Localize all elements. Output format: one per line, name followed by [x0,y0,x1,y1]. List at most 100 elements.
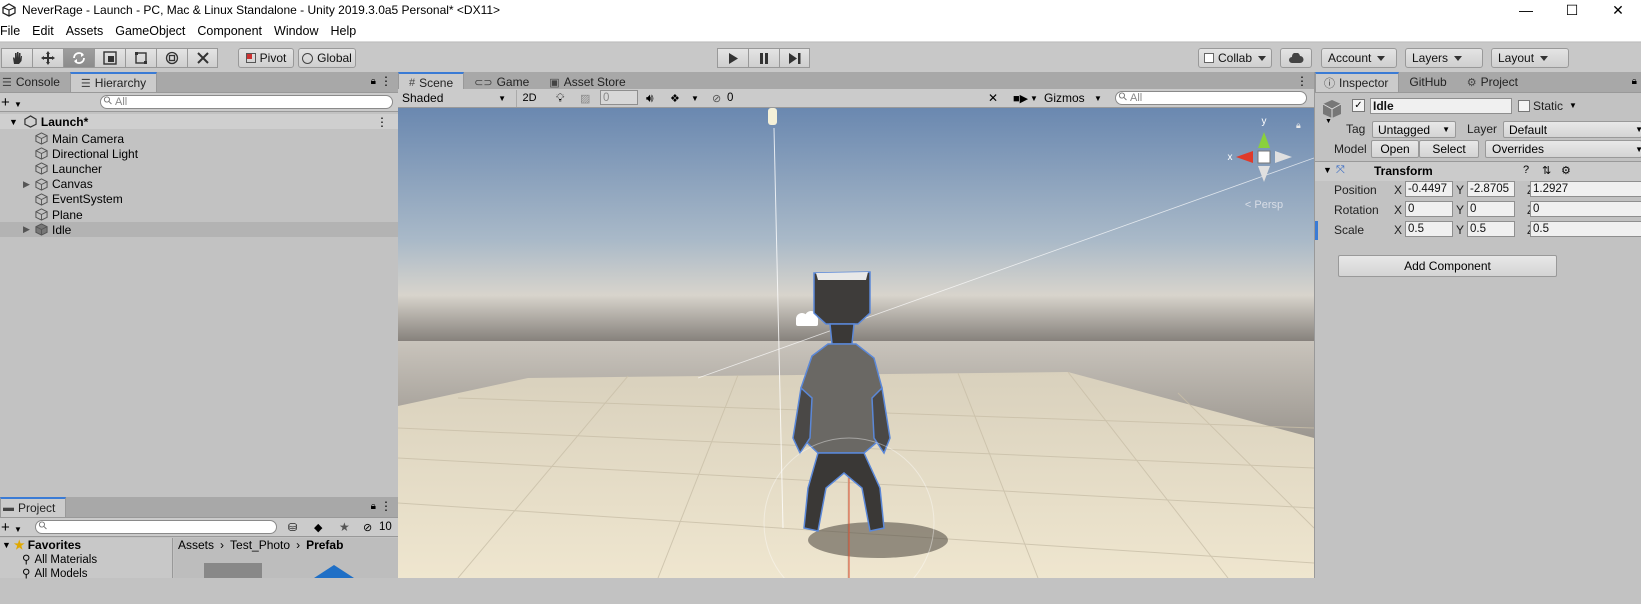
panel-menu-icon[interactable]: ⋮ [380,74,392,88]
create-dropdown[interactable]: + ▼ [1,94,23,111]
filter-type-icon[interactable]: ⛁ [288,521,297,534]
model-select-button[interactable]: Select [1419,140,1479,158]
filter-label-icon[interactable]: ◆ [314,521,322,534]
overrides-dropdown[interactable]: Overrides ▼ [1485,140,1641,158]
scale-x-field[interactable]: 0.5 [1405,221,1453,237]
lock-icon[interactable]: 🔒︎ [371,76,376,87]
breadcrumb-test-photo[interactable]: Test_Photo [230,538,290,552]
scene-render[interactable]: y x < Persp 🔒︎ [398,108,1314,578]
effects-dropdown-icon[interactable]: ▼ [691,94,699,103]
scale-x-axis-label[interactable]: X [1394,223,1402,237]
camera-icon[interactable]: ■▶ [1013,92,1028,105]
hierarchy-item[interactable]: Launcher [0,161,398,176]
asset-thumbnail-prefab-icon[interactable] [314,565,354,578]
custom-tool-icon[interactable] [187,48,218,68]
image-fx-icon[interactable]: ▨ [580,92,590,105]
hierarchy-item[interactable]: Main Camera [0,131,398,146]
tab-inspector[interactable]: ⓘ Inspector [1315,72,1400,92]
rotation-x-axis-label[interactable]: X [1394,203,1402,217]
expand-arrow-icon[interactable]: ▼ [9,117,18,127]
scale-y-field[interactable]: 0.5 [1467,221,1515,237]
tab-hierarchy[interactable]: ☰ Hierarchy [69,72,158,92]
object-name-input[interactable]: Idle [1370,98,1512,114]
2d-toggle[interactable]: 2D [516,89,542,107]
hierarchy-item[interactable]: Directional Light [0,146,398,161]
rotate-tool-icon[interactable] [63,48,94,68]
hidden-objects-icon[interactable]: ⊘ [712,92,721,105]
scene-menu-icon[interactable]: ⋮ [1296,74,1308,88]
transform-tool-icon[interactable] [156,48,187,68]
camera-dropdown-icon[interactable]: ▼ [1030,94,1038,103]
component-settings-icon[interactable]: ⚙ [1561,164,1571,177]
transform-header[interactable]: ▼ ⤧ Transform ? ⇅ ⚙ [1315,162,1641,181]
project-lock-icon[interactable]: 🔒︎ [371,501,376,512]
scene-header-row[interactable]: ▼ Launch* ⋮ [0,114,398,129]
global-toggle[interactable]: Global [298,48,356,68]
collapse-arrow-icon[interactable]: ▼ [1323,165,1332,175]
maximize-button[interactable]: ☐ [1549,0,1595,20]
hierarchy-item[interactable]: ▶ Canvas [0,177,398,192]
position-y-field[interactable]: -2.8705 [1467,181,1515,197]
favorites-row[interactable]: ▼ ★ Favorites [2,538,81,552]
scene-viewport[interactable]: y x < Persp 🔒︎ [398,108,1314,578]
active-checkbox[interactable]: ✓ [1352,99,1365,112]
position-z-field[interactable]: 1.2927 [1530,181,1641,197]
pivot-toggle[interactable]: Pivot [238,48,294,68]
tab-github[interactable]: GitHub [1399,72,1456,92]
breadcrumb-prefab[interactable]: Prefab [306,538,343,552]
fav-item-materials[interactable]: ⚲ All Materials [22,552,97,566]
fx-value-field[interactable]: 0 [600,90,638,105]
gameobject-dropdown-icon[interactable]: ▼ [1325,118,1332,125]
shading-mode-dropdown[interactable]: Shaded ▼ [400,90,512,107]
add-component-button[interactable]: Add Component [1338,255,1557,277]
rotation-y-axis-label[interactable]: Y [1456,203,1464,217]
scene-menu-icon[interactable]: ⋮ [376,115,388,129]
rotation-z-field[interactable]: 0 [1530,201,1641,217]
hierarchy-search-input[interactable]: All [100,95,393,109]
preset-icon[interactable]: ⇅ [1542,164,1551,177]
close-button[interactable]: ✕ [1595,0,1641,20]
tag-dropdown[interactable]: Untagged ▼ [1372,121,1456,138]
move-tool-icon[interactable] [32,48,63,68]
expand-arrow-icon[interactable]: ▶ [23,224,35,235]
breadcrumb-assets[interactable]: Assets [178,538,214,552]
hierarchy-item[interactable]: Plane [0,207,398,222]
audio-toggle-icon[interactable]: 🔊︎ [646,91,654,106]
rotation-y-field[interactable]: 0 [1467,201,1515,217]
menu-component[interactable]: Component [195,24,268,38]
rotation-label[interactable]: Rotation [1334,203,1379,217]
project-menu-icon[interactable]: ⋮ [380,499,392,513]
play-button[interactable] [717,48,748,68]
model-open-button[interactable]: Open [1371,140,1419,158]
position-x-field[interactable]: -0.4497 [1405,181,1453,197]
position-label[interactable]: Position [1334,183,1377,197]
hierarchy-item[interactable]: ▶ Idle [0,222,398,238]
gizmos-arrow-icon[interactable]: ▼ [1094,94,1102,103]
menu-edit[interactable]: Edit [30,24,60,38]
position-x-axis-label[interactable]: X [1394,183,1402,197]
project-search-input[interactable] [35,520,277,534]
layer-dropdown[interactable]: Default ▼ [1503,121,1641,138]
help-icon[interactable]: ? [1523,164,1529,176]
rect-tool-icon[interactable] [125,48,156,68]
static-dropdown-icon[interactable]: ▼ [1569,101,1577,110]
scale-y-axis-label[interactable]: Y [1456,223,1464,237]
hand-tool-icon[interactable] [1,48,32,68]
tab-project-bottom[interactable]: ▬ Project [0,497,67,517]
collapse-arrow-icon[interactable]: ▼ [2,540,11,550]
static-checkbox[interactable] [1518,100,1530,112]
tab-project[interactable]: ⚙ Project [1457,72,1528,92]
favorite-star-icon[interactable]: ★ [339,520,350,534]
menu-file[interactable]: File [0,24,26,38]
menu-window[interactable]: Window [272,24,324,38]
cloud-button[interactable] [1280,48,1312,68]
project-create-dropdown[interactable]: + ▼ [1,519,22,536]
inspector-lock-icon[interactable]: 🔒︎ [1632,76,1637,87]
account-dropdown[interactable]: Account [1321,48,1397,68]
scene-search-input[interactable]: All [1115,91,1307,105]
gizmo-lock-icon[interactable]: 🔒︎ [1296,121,1301,131]
layers-dropdown[interactable]: Layers [1405,48,1483,68]
layout-dropdown[interactable]: Layout [1491,48,1569,68]
position-y-axis-label[interactable]: Y [1456,183,1464,197]
rotation-x-field[interactable]: 0 [1405,201,1453,217]
